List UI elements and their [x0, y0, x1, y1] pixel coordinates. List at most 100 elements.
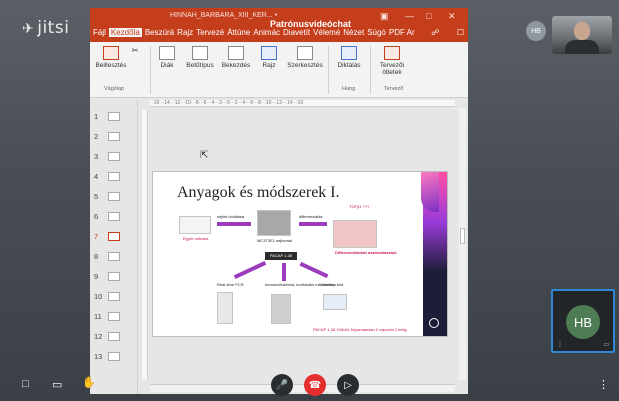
cut-button[interactable]: ✂ [128, 46, 142, 55]
chat-icon[interactable]: □ [22, 378, 29, 390]
mic-mute-button[interactable]: 🎤 [271, 374, 293, 396]
slide-thumbnail[interactable]: 2 [90, 130, 138, 144]
paragraph-label: Bekezdés [221, 62, 251, 69]
slide-thumbnail[interactable]: 10 [90, 290, 138, 304]
menu-review[interactable]: Vélemé [313, 28, 340, 37]
label-tgf: TGFβ1 ??? [349, 204, 370, 209]
shapes-icon [261, 46, 277, 60]
scissors-icon: ✂ [131, 46, 139, 55]
slide-thumbnail[interactable]: 9 [90, 270, 138, 284]
menu-transitions[interactable]: Áttúne [227, 28, 250, 37]
menu-slideshow[interactable]: Diavetít [283, 28, 310, 37]
group-voice-label: Hang [342, 86, 356, 92]
ribbon-separator [328, 46, 329, 94]
dictate-label: Diktálás [337, 62, 361, 69]
slides-button[interactable]: Diák [156, 46, 178, 69]
font-button[interactable]: Betűtípus [186, 46, 214, 69]
slides-label: Diák [160, 62, 174, 69]
slide-thumb-box [108, 172, 120, 181]
tube-image [217, 292, 233, 324]
label-wb: Western blot [321, 282, 344, 287]
font-label: Betűtípus [186, 62, 214, 69]
slide-thumbnail[interactable]: 8 [90, 250, 138, 264]
slide-title: Anyagok és módszerek I. [177, 184, 340, 201]
slide-number: 4 [94, 172, 99, 181]
slide-thumbnail[interactable]: 3 [90, 150, 138, 164]
slide-thumb-box [108, 232, 120, 241]
ribbon-separator [370, 46, 371, 94]
share-icon[interactable]: ☍ [431, 28, 439, 37]
label-rat: Egyér calvaria [183, 236, 209, 241]
ppt-menubar: Fájl Kezdőla Beszúrá Rajz Tervezé Áttúne… [90, 28, 468, 42]
participant-tile[interactable]: HB ⋮ ▭ [551, 289, 615, 353]
draw-label: Rajz [262, 62, 276, 69]
slide-pager-icon [429, 318, 439, 328]
menu-file[interactable]: Fájl [93, 28, 106, 37]
slide-number: 7 [94, 232, 99, 241]
draw-button[interactable]: Rajz [258, 46, 280, 69]
slide-thumb-box [108, 112, 120, 121]
arrow-icon [282, 263, 286, 281]
slide-thumb-box [108, 332, 120, 341]
slide-number: 3 [94, 152, 99, 161]
paste-button[interactable]: Beillesztés [94, 46, 128, 69]
edit-button[interactable]: Szerkesztés [286, 46, 324, 69]
raise-hand-icon[interactable]: ✋ [82, 376, 96, 389]
ribbon-display-icon[interactable]: ▣ [380, 11, 389, 22]
hangup-button[interactable]: ☎ [304, 374, 326, 396]
menu-view[interactable]: Nézet [343, 28, 364, 37]
arrow-icon [299, 261, 329, 279]
menu-pdf[interactable]: PDF Ar [389, 28, 415, 37]
slide-number: 6 [94, 212, 99, 221]
camera-button[interactable]: ▷ [337, 374, 359, 396]
slide-thumbnail[interactable]: 1 [90, 110, 138, 124]
menu-insert[interactable]: Beszúrá [145, 28, 174, 37]
close-icon[interactable]: ✕ [448, 11, 456, 22]
ribbon-separator [150, 46, 151, 94]
label-mc3t3: MC3T3E1 sejtvonal [257, 238, 292, 243]
paragraph-button[interactable]: Bekezdés [220, 46, 252, 69]
scrollbar-thumb[interactable] [460, 228, 465, 244]
participant-avatar-small[interactable]: HB [526, 21, 546, 41]
designer-label: Tervezői ötletek [379, 62, 405, 76]
slide-thumbnail[interactable]: 5 [90, 190, 138, 204]
slide-thumb-box [108, 152, 120, 161]
local-camera-thumbnail[interactable] [552, 16, 612, 54]
screen-share-label: Patrónusvideóchat [270, 19, 352, 29]
slide-number: 12 [94, 332, 103, 341]
menu-animations[interactable]: Animác [253, 28, 280, 37]
slide-thumbnail[interactable]: 12 [90, 330, 138, 344]
comment-icon[interactable]: ☐ [457, 28, 464, 37]
screen-share-icon[interactable]: ▭ [52, 378, 62, 391]
slide-thumb-box [108, 312, 120, 321]
slide-thumbnail[interactable]: 13 [90, 350, 138, 364]
slide-number: 10 [94, 292, 103, 301]
shared-screen-powerpoint[interactable]: HINNAH_BARBARA_XIII_KER... • Patrónusvid… [90, 8, 468, 394]
tile-menu-icon[interactable]: ⋮ [557, 341, 563, 348]
blot-image [323, 294, 347, 310]
slide-canvas[interactable]: Anyagok és módszerek I. Egyér calvaria s… [152, 171, 448, 337]
vertical-scrollbar[interactable] [459, 108, 466, 380]
horizontal-scrollbar[interactable] [150, 384, 455, 392]
more-icon[interactable]: ⋮ [598, 378, 609, 391]
cells-image [257, 210, 291, 236]
slide-thumbnail[interactable]: 11 [90, 310, 138, 324]
group-clipboard-label: Vágólap [104, 86, 125, 92]
menu-help[interactable]: Súgó [367, 28, 386, 37]
slide-thumb-box [108, 272, 120, 281]
slide-thumbnail[interactable]: 4 [90, 170, 138, 184]
minimize-icon[interactable]: — [405, 11, 414, 21]
menu-draw[interactable]: Rajz [177, 28, 193, 37]
horizontal-ruler: ·16···14···12···10···8···6···4···2···0··… [150, 100, 455, 107]
designer-button[interactable]: Tervezői ötletek [374, 46, 410, 76]
camera-icon: ▷ [344, 379, 352, 391]
maximize-icon[interactable]: □ [426, 11, 431, 21]
slide-thumb-box [108, 212, 120, 221]
jitsi-mark-icon: ✈ [22, 21, 35, 37]
slide-thumbnail[interactable]: 6 [90, 210, 138, 224]
menu-home[interactable]: Kezdőla [108, 28, 142, 37]
menu-design[interactable]: Tervezé [196, 28, 224, 37]
slide-thumbnail-active[interactable]: 7 [90, 230, 138, 244]
microphone-icon [341, 46, 357, 60]
dictate-button[interactable]: Diktálás [334, 46, 364, 69]
